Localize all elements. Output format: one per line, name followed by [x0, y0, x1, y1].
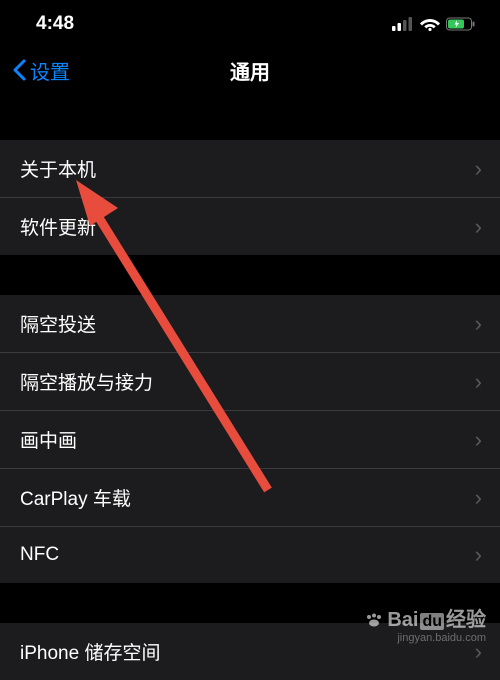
chevron-left-icon	[12, 59, 26, 81]
row-label: 软件更新	[20, 213, 96, 240]
signal-icon	[392, 17, 414, 31]
row-airplay-handoff[interactable]: 隔空播放与接力 ›	[0, 353, 500, 411]
chevron-right-icon: ›	[475, 311, 482, 337]
battery-icon	[446, 17, 476, 31]
page-title: 通用	[230, 56, 270, 85]
chevron-right-icon: ›	[475, 427, 482, 453]
status-bar: 4:48	[0, 0, 500, 44]
status-icons	[392, 17, 476, 31]
row-airdrop[interactable]: 隔空投送 ›	[0, 295, 500, 353]
section-features: 隔空投送 › 隔空播放与接力 › 画中画 › CarPlay 车载 › NFC …	[0, 295, 500, 583]
row-label: 画中画	[20, 426, 77, 453]
watermark-url: jingyan.baidu.com	[365, 632, 486, 645]
watermark: Baidu经验 jingyan.baidu.com	[365, 608, 486, 645]
back-label: 设置	[30, 56, 70, 85]
row-label: 隔空播放与接力	[20, 368, 153, 395]
row-label: iPhone 储存空间	[20, 638, 160, 665]
row-pip[interactable]: 画中画 ›	[0, 411, 500, 469]
back-button[interactable]: 设置	[12, 56, 70, 85]
row-label: NFC	[20, 544, 59, 566]
paw-icon	[365, 613, 383, 627]
row-label: CarPlay 车载	[20, 484, 131, 511]
chevron-right-icon: ›	[475, 485, 482, 511]
row-label: 隔空投送	[20, 310, 96, 337]
row-software-update[interactable]: 软件更新 ›	[0, 198, 500, 255]
chevron-right-icon: ›	[475, 214, 482, 240]
status-time: 4:48	[36, 13, 74, 35]
row-nfc[interactable]: NFC ›	[0, 527, 500, 583]
chevron-right-icon: ›	[475, 369, 482, 395]
wifi-icon	[420, 17, 440, 31]
row-carplay[interactable]: CarPlay 车载 ›	[0, 469, 500, 527]
nav-bar: 设置 通用	[0, 44, 500, 96]
watermark-brand: Baidu经验	[387, 608, 486, 632]
row-label: 关于本机	[20, 155, 96, 182]
chevron-right-icon: ›	[475, 156, 482, 182]
section-general: 关于本机 › 软件更新 ›	[0, 140, 500, 255]
chevron-right-icon: ›	[475, 542, 482, 568]
row-about[interactable]: 关于本机 ›	[0, 140, 500, 198]
